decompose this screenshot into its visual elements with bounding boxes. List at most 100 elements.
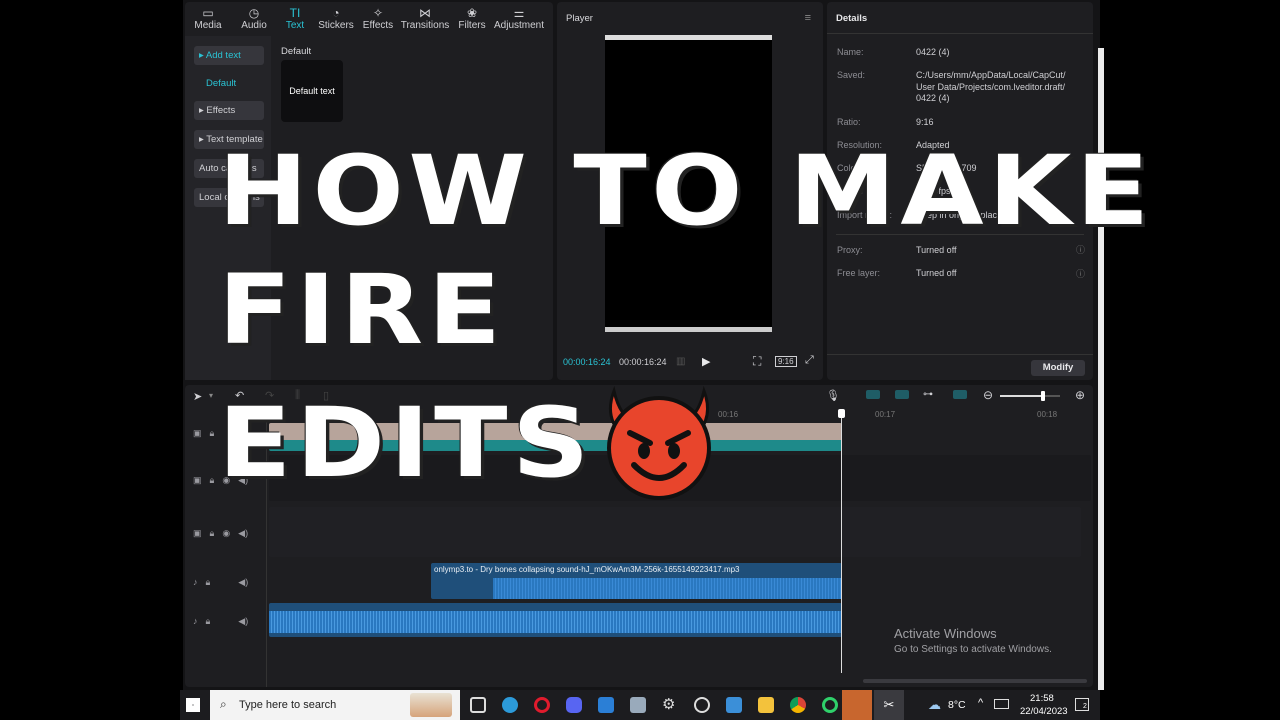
lock-icon[interactable]: 🔒︎ xyxy=(210,528,215,539)
eye-icon[interactable]: ◉ xyxy=(222,528,230,539)
search-icon: ⌕ xyxy=(220,697,227,711)
speaker-icon[interactable]: ◀) xyxy=(238,577,248,588)
tab-stickers[interactable]: ◔ Stickers xyxy=(313,2,359,34)
filters-icon: ❀ xyxy=(466,6,478,20)
sidebar-item-effects[interactable]: ▸ Effects xyxy=(194,101,264,120)
devil-emoji-icon xyxy=(600,383,718,501)
overlay-line-2: FIRE xyxy=(218,254,506,366)
audio-waveform xyxy=(269,611,842,633)
zoom-in-icon[interactable]: ⊕ xyxy=(1075,388,1085,402)
effects-icon: ✧ xyxy=(372,6,384,20)
audio-icon: ◷ xyxy=(248,6,260,20)
microphone-icon[interactable]: 🎙 xyxy=(826,389,840,402)
tab-media[interactable]: ▭ Media xyxy=(185,2,231,34)
tab-audio[interactable]: ◷ Audio xyxy=(231,2,277,34)
video-icon[interactable]: ▣ xyxy=(193,428,202,439)
ratio-button[interactable]: 9:16 xyxy=(775,356,797,367)
keyboard-icon[interactable] xyxy=(994,699,1009,709)
steam-icon[interactable] xyxy=(694,697,710,713)
audio-icon[interactable]: ♪ xyxy=(193,577,198,587)
transitions-icon: ⋈ xyxy=(419,6,431,20)
timeline-scrollbar[interactable] xyxy=(863,679,1087,683)
notification-count: 2 xyxy=(1083,703,1087,710)
link-icon[interactable] xyxy=(895,390,909,399)
preview-bottom-strip xyxy=(605,327,772,332)
player-menu-icon[interactable]: ≡ xyxy=(805,12,811,24)
overlay-track-row xyxy=(269,507,1081,557)
detail-value: 0422 (4) xyxy=(916,47,950,57)
windows-start-icon[interactable] xyxy=(186,698,200,712)
lock-icon[interactable]: 🔒︎ xyxy=(210,475,215,486)
audio-clip-sfx[interactable]: onlymp3.to - Dry bones collapsing sound-… xyxy=(431,563,842,599)
watermark-subtitle: Go to Settings to activate Windows. xyxy=(894,644,1052,655)
lock-icon[interactable]: 🔒︎ xyxy=(210,428,215,439)
detail-value: 9:16 xyxy=(916,117,934,127)
tab-effects[interactable]: ✧ Effects xyxy=(359,2,397,34)
task-view-icon[interactable] xyxy=(470,697,486,713)
discord-icon[interactable] xyxy=(566,697,582,713)
weather-temp[interactable]: 8°C xyxy=(948,699,966,711)
clock-date[interactable]: 22/04/2023 xyxy=(1020,706,1068,717)
lock-icon[interactable]: 🔒︎ xyxy=(206,616,211,627)
tab-filters[interactable]: ❀ Filters xyxy=(453,2,491,34)
overlay-line-3: EDITS xyxy=(218,387,594,499)
play-icon[interactable]: ▶ xyxy=(702,355,710,368)
weather-icon[interactable]: ☁ xyxy=(928,697,941,713)
info-icon[interactable]: ⓘ xyxy=(1076,267,1085,280)
preview-top-strip xyxy=(605,35,772,40)
capcut-taskbar-icon[interactable]: ✂ xyxy=(874,690,904,720)
chevron-down-icon[interactable]: ▾ xyxy=(209,391,213,400)
timecode-toggle-icon[interactable]: ▥ xyxy=(676,356,685,367)
tab-text[interactable]: TI Text xyxy=(277,2,313,34)
opera-gx-icon[interactable] xyxy=(822,697,838,713)
details-divider xyxy=(827,33,1093,34)
magnet-icon[interactable] xyxy=(866,390,880,399)
audio-icon[interactable]: ♪ xyxy=(193,616,198,626)
modify-button[interactable]: Modify xyxy=(1031,360,1085,376)
playhead-handle[interactable] xyxy=(838,409,845,418)
taskbar-search-placeholder: Type here to search xyxy=(239,699,337,711)
store-icon[interactable] xyxy=(726,697,742,713)
edge-icon[interactable] xyxy=(502,697,518,713)
playhead[interactable] xyxy=(838,409,845,673)
search-highlight-image xyxy=(410,693,452,717)
speaker-icon[interactable]: ◀) xyxy=(238,616,248,627)
sidebar-item-default[interactable]: Default xyxy=(201,74,271,93)
taskbar-app-active[interactable] xyxy=(842,690,872,720)
file-explorer-icon[interactable] xyxy=(758,697,774,713)
taskbar-search-box[interactable]: ⌕ Type here to search xyxy=(210,690,460,720)
default-text-tile[interactable]: Default text xyxy=(281,60,343,122)
settings-gear-icon[interactable]: ⚙ xyxy=(662,697,678,713)
media-icon: ▭ xyxy=(202,6,214,20)
chrome-icon[interactable] xyxy=(790,697,806,713)
preview-axis-icon[interactable] xyxy=(953,390,967,399)
photos-icon[interactable] xyxy=(630,697,646,713)
zoom-out-icon[interactable]: ⊖ xyxy=(983,388,993,402)
fit-icon[interactable]: ⛶ xyxy=(753,354,761,369)
tab-adjustment[interactable]: ⚌ Adjustment xyxy=(491,2,547,34)
mail-icon[interactable] xyxy=(598,697,614,713)
video-icon[interactable]: ▣ xyxy=(193,528,202,539)
chain-icon[interactable]: ⊶ xyxy=(923,389,933,400)
audio-track-controls: ♪ 🔒︎ ◀) xyxy=(185,570,267,594)
detail-label: Ratio: xyxy=(837,117,861,127)
detail-label: Name: xyxy=(837,47,864,57)
video-icon[interactable]: ▣ xyxy=(193,475,202,486)
sidebar-item-add-text[interactable]: ▸ Add text xyxy=(194,46,264,65)
zoom-slider-knob[interactable] xyxy=(1041,391,1046,401)
speaker-icon[interactable]: ◀) xyxy=(238,528,248,539)
audio-clip-title: onlymp3.to - Dry bones collapsing sound-… xyxy=(434,565,740,574)
audio-clip-music[interactable] xyxy=(269,603,842,637)
text-icon: TI xyxy=(289,6,301,20)
lock-icon[interactable]: 🔒︎ xyxy=(206,577,211,588)
select-tool-icon[interactable]: ➤ xyxy=(193,390,202,403)
zoom-slider-fill xyxy=(1000,395,1044,397)
clock-time[interactable]: 21:58 xyxy=(1030,693,1054,704)
detail-value: Turned off xyxy=(916,268,957,278)
tab-transitions[interactable]: ⋈ Transitions xyxy=(397,2,453,34)
fullscreen-icon[interactable]: ⤢ xyxy=(805,354,814,367)
chevron-up-icon[interactable]: ^ xyxy=(978,697,983,709)
opera-icon[interactable] xyxy=(534,697,550,713)
zoom-slider[interactable] xyxy=(1000,391,1060,401)
windows-taskbar: ⌕ Type here to search ⚙ ✂ ☁ 8°C ^ 21:58 … xyxy=(180,690,1100,720)
